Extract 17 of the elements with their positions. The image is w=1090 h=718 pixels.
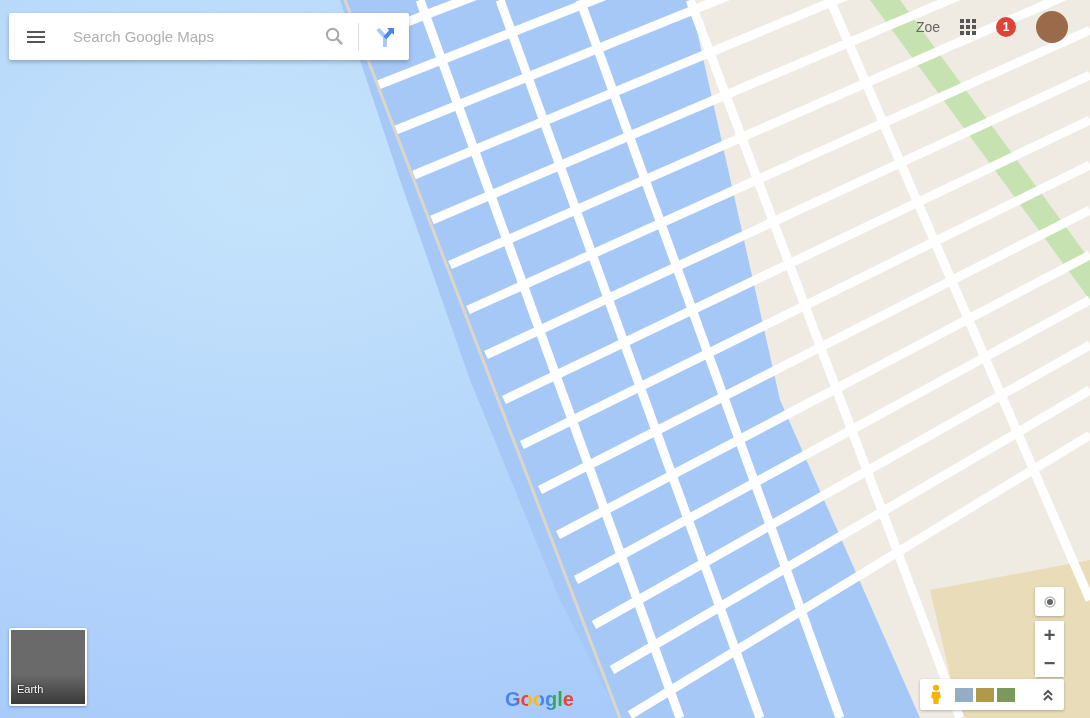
my-location-button[interactable]	[1035, 587, 1064, 616]
search-field[interactable]: Search Google Maps	[73, 28, 317, 45]
photo-placeholder[interactable]	[976, 687, 994, 702]
photo-placeholder[interactable]	[997, 687, 1015, 702]
chevron-up-icon[interactable]	[1042, 688, 1054, 701]
directions-icon[interactable]	[375, 25, 395, 48]
menu-icon[interactable]	[27, 30, 45, 43]
zoom-in-button[interactable]: +	[1035, 621, 1064, 649]
apps-grid-icon[interactable]	[960, 19, 976, 35]
location-target-icon	[1041, 593, 1058, 610]
zoom-out-button[interactable]: −	[1035, 649, 1064, 677]
pegman-icon[interactable]	[930, 684, 942, 705]
search-icon[interactable]	[325, 27, 344, 46]
search-box[interactable]: Search Google Maps	[9, 13, 409, 60]
user-name[interactable]: Zoe	[915, 19, 940, 35]
photo-placeholder[interactable]	[955, 687, 973, 702]
earth-layer-button[interactable]: Earth	[9, 628, 87, 706]
